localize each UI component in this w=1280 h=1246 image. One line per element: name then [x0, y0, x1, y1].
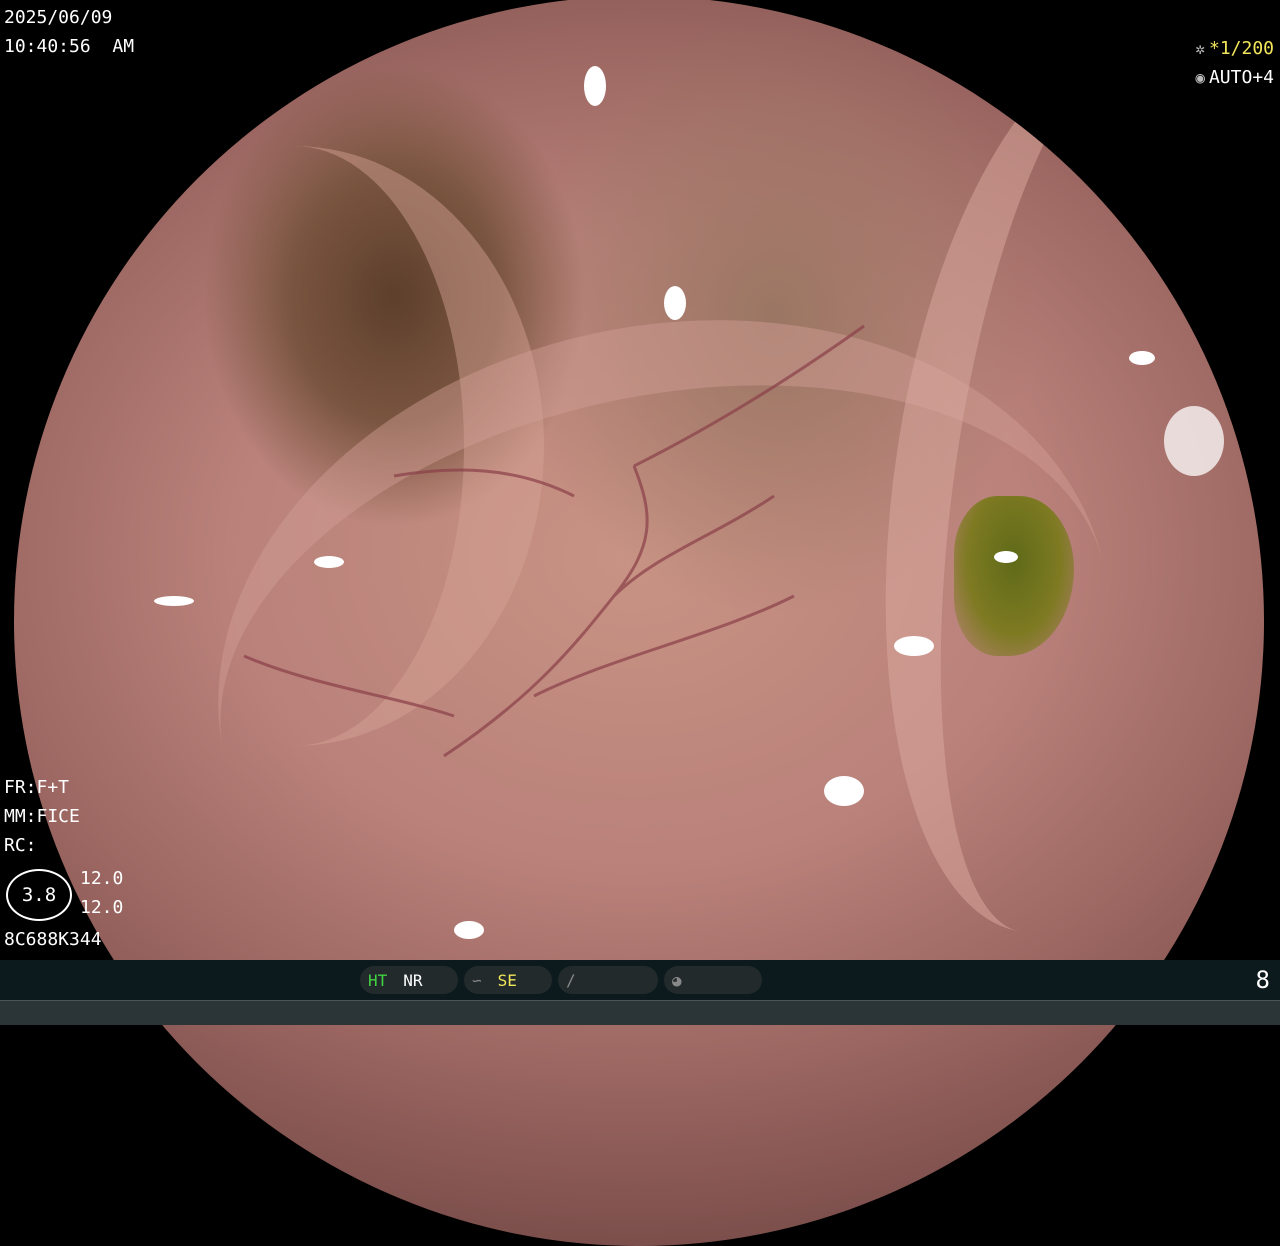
time-text: 10:40:56 AM: [4, 36, 135, 57]
ht-nr-group: HT NR: [360, 966, 458, 994]
se-indicator: SE: [497, 970, 517, 990]
date-text: 2025/06/09: [4, 7, 113, 28]
specular-highlight: [1129, 351, 1155, 365]
gauge-value: 3.8: [6, 869, 72, 921]
mm-text: MM:FICE: [4, 806, 80, 827]
mode-icon: ◕: [672, 970, 682, 990]
gauge-bottom-value: 12.0: [80, 897, 124, 918]
specular-highlight: [1164, 406, 1224, 476]
specular-highlight: [454, 921, 484, 939]
bottom-strip: [0, 1000, 1280, 1025]
specular-highlight: [894, 636, 934, 656]
iris-text: AUTO+4: [1208, 67, 1274, 88]
aperture-icon: ✲: [1195, 39, 1205, 58]
specular-highlight: [824, 776, 864, 806]
specular-highlight: [994, 551, 1018, 563]
function-group: ∕: [558, 966, 658, 994]
specular-highlight: [584, 66, 606, 106]
device-code: 8C688K344: [4, 929, 102, 950]
curve-icon: ∽: [472, 970, 482, 990]
ht-indicator: HT: [368, 970, 388, 990]
gauge-top-value: 12.0: [80, 868, 124, 889]
exposure-info: ✲ *1/200 ◉ AUTO+4: [1195, 34, 1274, 92]
specular-highlight: [154, 596, 194, 606]
page-number: 8: [1255, 966, 1270, 994]
shutter-text: *1/200: [1208, 38, 1274, 59]
se-group: ∽ SE: [464, 966, 552, 994]
timestamp: 2025/06/09 10:40:56 AM: [4, 3, 134, 61]
mode-group: ◕: [664, 966, 762, 994]
rc-text: RC:: [4, 835, 37, 856]
fr-text: FR:F+T: [4, 777, 70, 798]
specular-highlight: [1054, 106, 1104, 166]
vessel-pattern: [243, 324, 865, 758]
nr-indicator: NR: [403, 970, 423, 990]
iris-icon: ◉: [1195, 68, 1205, 87]
settings-info: FR:F+T MM:FICE RC:: [4, 773, 80, 860]
specular-highlight: [109, 191, 139, 221]
slash-icon: ∕: [566, 970, 576, 990]
specular-highlight: [664, 286, 686, 320]
endoscope-view: [14, 0, 1264, 1246]
specular-highlight: [314, 556, 344, 568]
status-bar: HT NR ∽ SE ∕ ◕ 8: [0, 960, 1280, 1025]
